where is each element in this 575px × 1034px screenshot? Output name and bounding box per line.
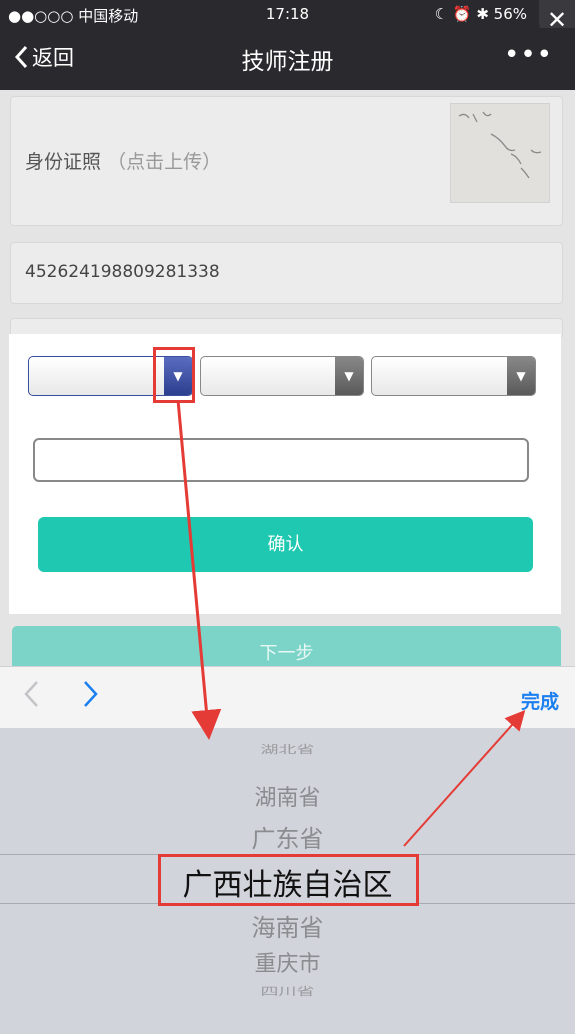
arrow-to-done: [403, 710, 526, 847]
arrow-to-picker: [176, 399, 222, 740]
annotation-arrows: [176, 399, 526, 847]
